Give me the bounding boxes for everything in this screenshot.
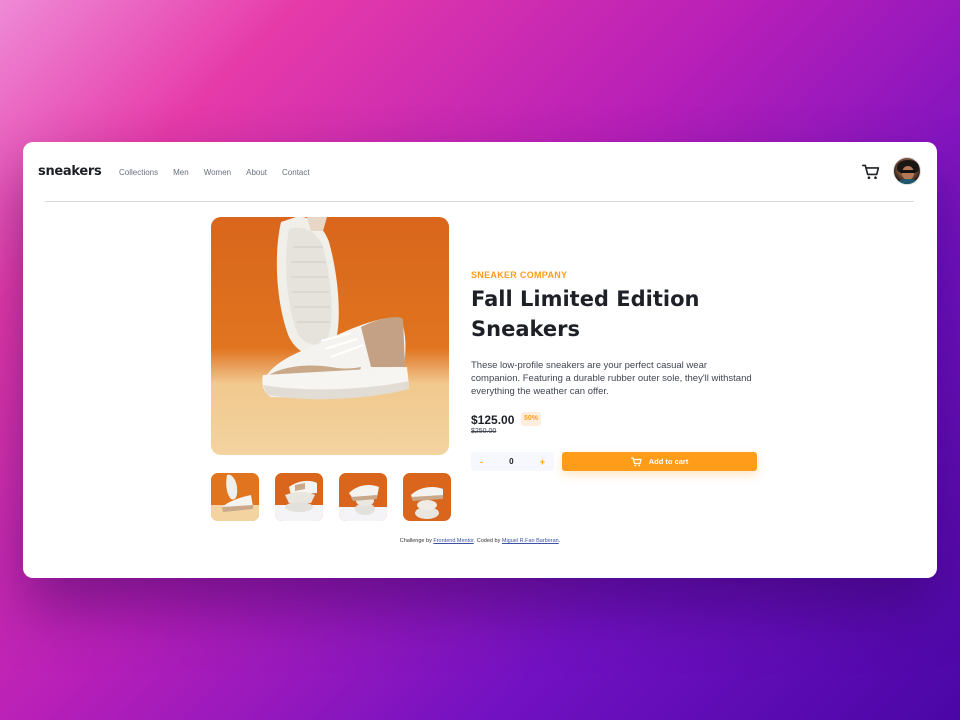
product-title-line2: Sneakers — [471, 317, 580, 341]
nav-link-men[interactable]: Men — [173, 168, 189, 177]
company-name: SNEAKER COMPANY — [471, 270, 568, 280]
thumbnail-3[interactable] — [339, 473, 387, 521]
thumbnail-strip — [211, 473, 451, 521]
header-divider — [45, 201, 914, 202]
author-link[interactable]: Miguel R.Fan Barberan — [502, 538, 559, 544]
main-product-image[interactable] — [211, 217, 449, 455]
quantity-value: 0 — [509, 457, 514, 466]
product-title: Fall Limited Edition Sneakers — [471, 284, 731, 344]
main-nav: Collections Men Women About Contact — [119, 168, 310, 177]
product-description: These low-profile sneakers are your perf… — [471, 360, 752, 397]
cart-icon — [630, 456, 642, 466]
cart-button[interactable] — [862, 163, 880, 181]
thumbnail-2[interactable] — [275, 473, 323, 521]
attribution: Challenge by Frontend Mentor. Coded by M… — [399, 538, 561, 544]
discount-badge: 50% — [521, 412, 541, 426]
sneaker-illustration — [262, 217, 409, 400]
product-page-card: sneakers Collections Men Women About Con… — [23, 142, 937, 578]
thumbnail-4[interactable] — [403, 473, 451, 521]
logo[interactable]: sneakers — [38, 164, 102, 179]
cart-icon — [862, 164, 880, 180]
add-to-cart-label: Add to cart — [648, 457, 689, 466]
original-price: $250.00 — [471, 428, 497, 435]
add-to-cart-button[interactable]: Add to cart — [562, 452, 757, 471]
nav-link-about[interactable]: About — [246, 168, 267, 177]
nav-link-contact[interactable]: Contact — [282, 168, 310, 177]
frontend-mentor-link[interactable]: Frontend Mentor — [433, 538, 473, 544]
product-title-line1: Fall Limited Edition — [471, 287, 700, 311]
nav-link-collections[interactable]: Collections — [119, 168, 158, 177]
quantity-stepper: - 0 + — [471, 452, 554, 471]
minus-icon[interactable]: - — [480, 457, 483, 467]
current-price: $125.00 — [471, 413, 515, 427]
plus-icon[interactable]: + — [540, 457, 545, 467]
nav-link-women[interactable]: Women — [204, 168, 231, 177]
thumbnail-1[interactable] — [211, 473, 259, 521]
avatar[interactable] — [893, 157, 921, 185]
